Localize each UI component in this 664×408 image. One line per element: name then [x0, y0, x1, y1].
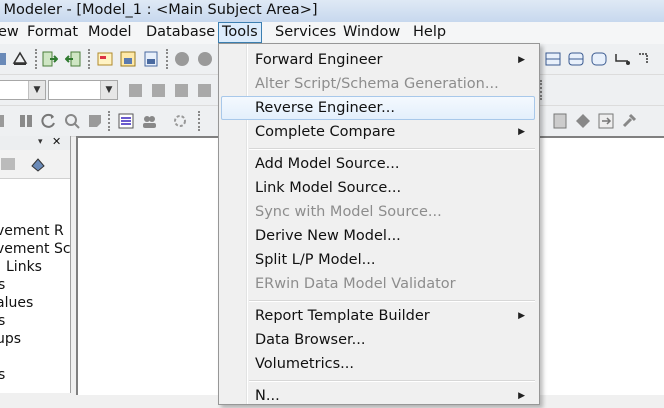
- menu-separator: [249, 148, 535, 150]
- menu-item-reverse-engineer[interactable]: Reverse Engineer...: [221, 96, 535, 120]
- reverse-engineer-icon[interactable]: [65, 51, 81, 67]
- subject-area-icon[interactable]: [120, 51, 136, 67]
- tree-item[interactable]: Links: [6, 258, 42, 276]
- menu-separator: [249, 300, 535, 302]
- submenu-arrow-icon: ▶: [518, 391, 525, 401]
- relationship-line-icon[interactable]: [614, 51, 630, 67]
- menu-item-report-template-builder[interactable]: Report Template Builder ▶: [221, 304, 535, 328]
- format-square-icon[interactable]: [174, 83, 190, 99]
- circle-tool-icon-2[interactable]: [197, 51, 213, 67]
- circle-tool-icon[interactable]: [174, 51, 190, 67]
- menu-item-next[interactable]: N... ▶: [221, 384, 535, 408]
- panel-tool-icon[interactable]: [0, 156, 16, 172]
- forward-engineer-icon[interactable]: [42, 51, 58, 67]
- chevron-down-icon[interactable]: ▼: [100, 81, 117, 99]
- menu-item-volumetrics[interactable]: Volumetrics...: [221, 352, 535, 376]
- tree-item[interactable]: alues: [0, 294, 33, 312]
- menu-tools[interactable]: Tools: [218, 22, 262, 43]
- menu-database[interactable]: Database: [146, 22, 215, 43]
- window-title: a Modeler - [Model_1 : <Main Subject Are…: [0, 2, 318, 18]
- submenu-arrow-icon: ▶: [518, 55, 525, 65]
- menu-window[interactable]: Window: [343, 22, 400, 43]
- tree-item[interactable]: s: [0, 312, 5, 330]
- settings-icon[interactable]: [172, 113, 188, 129]
- tree-item[interactable]: s: [0, 366, 5, 384]
- menu-format[interactable]: Format: [27, 22, 78, 43]
- tree-item[interactable]: vement R: [0, 222, 64, 240]
- note-icon[interactable]: [87, 113, 103, 129]
- toolbar-grip[interactable]: [108, 111, 113, 131]
- toolbar-icon-partial[interactable]: [0, 51, 10, 67]
- menu-help[interactable]: Help: [413, 22, 446, 43]
- align-icon[interactable]: [18, 113, 34, 129]
- toolbar-grip[interactable]: [88, 49, 93, 69]
- menu-bar: ew Format Model Database Tools Services …: [0, 22, 664, 45]
- menu-item-link-model-source[interactable]: Link Model Source...: [221, 176, 535, 200]
- stored-display-icon[interactable]: [143, 51, 159, 67]
- tree-item[interactable]: ups: [0, 330, 21, 348]
- tools-icon[interactable]: [621, 113, 637, 129]
- format-square-icon[interactable]: [128, 83, 144, 99]
- tree-item[interactable]: vement Sc: [0, 240, 70, 258]
- pin-icon[interactable]: ▾: [38, 137, 43, 147]
- menu-item-alter-script[interactable]: Alter Script/Schema Generation...: [221, 72, 535, 96]
- layout-icon-partial[interactable]: [0, 113, 12, 129]
- format-square-icon[interactable]: [197, 83, 213, 99]
- menu-item-add-model-source[interactable]: Add Model Source...: [221, 152, 535, 176]
- menu-services[interactable]: Services: [275, 22, 336, 43]
- report-icon[interactable]: [552, 113, 568, 129]
- menu-model[interactable]: Model: [88, 22, 132, 43]
- menu-item-complete-compare[interactable]: Complete Compare ▶: [221, 120, 535, 144]
- toolbar-grip[interactable]: [166, 49, 171, 69]
- model-explorer-icon[interactable]: [97, 51, 113, 67]
- menu-item-derive-new-model[interactable]: Derive New Model...: [221, 224, 535, 248]
- tools-dropdown-menu: Forward Engineer ▶ Alter Script/Schema G…: [218, 43, 540, 405]
- relationship-line-icon-2[interactable]: [637, 51, 653, 67]
- menu-item-sync-model-source[interactable]: Sync with Model Source...: [221, 200, 535, 224]
- diamond-icon[interactable]: [575, 113, 591, 129]
- size-combo[interactable]: ▼: [48, 80, 118, 100]
- chevron-down-icon[interactable]: ▼: [28, 81, 45, 99]
- menu-item-forward-engineer[interactable]: Forward Engineer ▶: [221, 48, 535, 72]
- rounded-table-icon[interactable]: [568, 51, 584, 67]
- zoom-icon[interactable]: [64, 113, 80, 129]
- toolbar-grip[interactable]: [35, 49, 40, 69]
- rounded-box-icon[interactable]: [591, 51, 607, 67]
- menu-view[interactable]: ew: [0, 22, 19, 43]
- toolbar-grip[interactable]: [540, 80, 545, 100]
- model-explorer-panel: ▾ ✕ vement R vement Sc Links s alues s u…: [0, 136, 71, 393]
- table-shape-icon[interactable]: [545, 51, 561, 67]
- close-icon[interactable]: ✕: [52, 136, 61, 148]
- font-combo[interactable]: ▼: [0, 80, 46, 100]
- menu-item-erwin-validator[interactable]: ERwin Data Model Validator: [221, 272, 535, 296]
- color-palette-icon[interactable]: [118, 113, 134, 129]
- menu-item-data-browser[interactable]: Data Browser...: [221, 328, 535, 352]
- refresh-icon[interactable]: [41, 113, 57, 129]
- users-icon[interactable]: [141, 113, 157, 129]
- export-icon[interactable]: [598, 113, 614, 129]
- window-title-bar: a Modeler - [Model_1 : <Main Subject Are…: [0, 0, 664, 22]
- menu-item-split-lp-model[interactable]: Split L/P Model...: [221, 248, 535, 272]
- panel-properties-icon[interactable]: [30, 156, 46, 172]
- menu-separator: [249, 380, 535, 382]
- submenu-arrow-icon: ▶: [518, 127, 525, 137]
- entity-tool-icon[interactable]: [12, 51, 28, 67]
- tree-item[interactable]: s: [0, 276, 5, 294]
- panel-toolbar: [0, 150, 70, 179]
- panel-header: ▾ ✕: [0, 136, 70, 150]
- submenu-arrow-icon: ▶: [518, 311, 525, 321]
- format-square-icon[interactable]: [151, 83, 167, 99]
- toolbar-grip[interactable]: [198, 111, 203, 131]
